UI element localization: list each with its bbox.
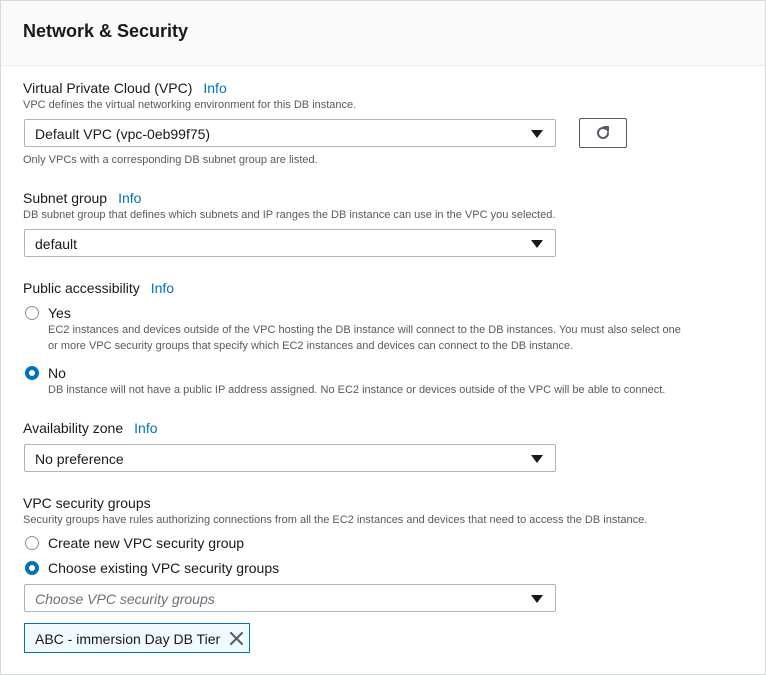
- choose-existing-sg-radio[interactable]: [25, 561, 39, 575]
- vpc-select[interactable]: Default VPC (vpc-0eb99f75): [24, 119, 556, 147]
- refresh-vpc-button[interactable]: [579, 118, 627, 148]
- caret-down-icon: [531, 130, 543, 138]
- security-group-token: ABC - immersion Day DB Tier: [24, 623, 250, 653]
- caret-down-icon: [531, 240, 543, 248]
- security-groups-placeholder: Choose VPC security groups: [35, 591, 215, 607]
- choose-existing-sg-label[interactable]: Choose existing VPC security groups: [48, 560, 279, 576]
- public-access-yes-radio[interactable]: [25, 306, 39, 320]
- public-access-label-row: Public accessibility Info: [23, 280, 174, 298]
- refresh-icon: [597, 126, 609, 139]
- vpc-info-link[interactable]: Info: [203, 80, 226, 96]
- vpc-select-value: Default VPC (vpc-0eb99f75): [35, 126, 211, 142]
- vpc-label-row: Virtual Private Cloud (VPC) Info: [23, 80, 227, 98]
- az-label-row: Availability zone Info: [23, 420, 158, 438]
- caret-down-icon: [531, 595, 543, 603]
- subnet-label: Subnet group: [23, 190, 108, 206]
- subnet-select-value: default: [35, 236, 78, 252]
- security-groups-select[interactable]: Choose VPC security groups: [24, 584, 556, 612]
- public-access-info-link[interactable]: Info: [151, 280, 174, 296]
- vpc-description: VPC defines the virtual networking envir…: [23, 99, 357, 111]
- subnet-info-link[interactable]: Info: [118, 190, 141, 206]
- panel-header: Network & Security: [1, 1, 765, 66]
- caret-down-icon: [531, 455, 543, 463]
- vpc-hint: Only VPCs with a corresponding DB subnet…: [23, 154, 318, 166]
- public-access-yes-label[interactable]: Yes: [48, 305, 71, 321]
- availability-zone-select[interactable]: No preference: [24, 444, 556, 472]
- subnet-label-row: Subnet group Info: [23, 190, 141, 208]
- create-sg-radio[interactable]: [25, 536, 39, 550]
- security-group-token-label: ABC - immersion Day DB Tier: [35, 631, 221, 647]
- az-info-link[interactable]: Info: [134, 420, 157, 436]
- subnet-description: DB subnet group that defines which subne…: [23, 209, 556, 221]
- public-access-no-desc: DB instance will not have a public IP ad…: [48, 384, 666, 396]
- security-groups-description: Security groups have rules authorizing c…: [23, 514, 648, 526]
- section-title: Network & Security: [23, 21, 189, 41]
- public-access-label: Public accessibility: [23, 280, 140, 296]
- public-access-no-radio[interactable]: [25, 366, 39, 380]
- security-groups-label: VPC security groups: [23, 495, 151, 511]
- close-icon[interactable]: [230, 632, 243, 645]
- public-access-yes-desc-line1: EC2 instances and devices outside of the…: [48, 324, 681, 336]
- public-access-no-label[interactable]: No: [48, 365, 66, 381]
- create-sg-label[interactable]: Create new VPC security group: [48, 535, 244, 551]
- az-select-value: No preference: [35, 451, 124, 467]
- network-security-panel: Network & Security Virtual Private Cloud…: [0, 0, 766, 675]
- subnet-select[interactable]: default: [24, 229, 556, 257]
- az-label: Availability zone: [23, 420, 124, 436]
- vpc-label: Virtual Private Cloud (VPC): [23, 80, 193, 96]
- public-access-yes-desc-line2: or more VPC security groups that specify…: [48, 340, 574, 352]
